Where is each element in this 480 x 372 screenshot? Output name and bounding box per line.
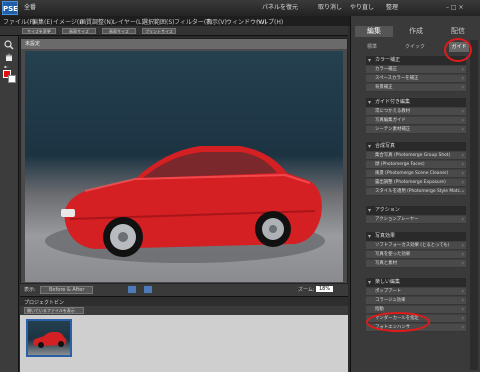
toolbox: ▪◦ bbox=[0, 36, 19, 372]
tab-share[interactable]: 配信 bbox=[439, 26, 477, 37]
panel-item[interactable]: ポップアート bbox=[366, 288, 466, 296]
menu-help[interactable]: ヘルプ(H) bbox=[256, 17, 283, 26]
window-controls[interactable]: – □ × bbox=[446, 4, 476, 12]
panel-item[interactable]: 顔 (Photomerge Faces) bbox=[366, 161, 466, 169]
mode-selector[interactable]: 全番 bbox=[24, 3, 36, 13]
panel-color-correction: カラー補正 カラー補正 スペースカラーを補正 背景補正 bbox=[366, 56, 466, 92]
panel-item[interactable]: アクションプレーヤー bbox=[366, 216, 466, 224]
subtab-quick[interactable]: クイック bbox=[395, 42, 435, 52]
photo-canvas[interactable] bbox=[25, 51, 343, 282]
bin-thumbnail[interactable] bbox=[26, 319, 72, 357]
status-bar: 表示: Before & After ズーム: 18% bbox=[20, 284, 348, 296]
panel-photomerge: 合成写真 集合写真 (Photomerge Group Shot) 顔 (Pho… bbox=[366, 142, 466, 196]
red-toy-car-image bbox=[45, 146, 325, 263]
panel-item[interactable]: スペースカラーを補正 bbox=[366, 75, 466, 83]
menu-image[interactable]: イメージ(I) bbox=[53, 17, 83, 26]
panel-header-photomerge[interactable]: 合成写真 bbox=[366, 142, 466, 151]
highlight-ring-guided-tab bbox=[444, 38, 472, 62]
subtab-full[interactable]: 標準 bbox=[355, 42, 389, 52]
panel-item[interactable]: 集合写真 (Photomerge Group Shot) bbox=[366, 152, 466, 160]
tab-create[interactable]: 作成 bbox=[397, 26, 435, 37]
panel-item[interactable]: 写真と素材 bbox=[366, 260, 466, 268]
organize-button[interactable]: 整理 bbox=[386, 3, 398, 13]
panel-item[interactable]: 写真編集ガイド bbox=[366, 117, 466, 125]
view-mode-dropdown[interactable]: Before & After bbox=[40, 286, 94, 294]
menu-enhance[interactable]: 画質調整(N) bbox=[80, 17, 113, 26]
menu-view[interactable]: 表示(V) bbox=[206, 17, 227, 26]
panel-scrollbar[interactable] bbox=[470, 40, 478, 370]
panel-header-actions[interactable]: アクション bbox=[366, 206, 466, 215]
menu-edit[interactable]: 編集(E) bbox=[32, 17, 52, 26]
panel-item[interactable]: 背景補正 bbox=[366, 84, 466, 92]
menu-file[interactable]: ファイル(F) bbox=[3, 17, 35, 26]
project-bin-title: プロジェクトビン bbox=[24, 300, 65, 306]
panel-guided-edit: ガイド付き編集 常につかえる教材 写真編集ガイド シーテン素材補正 bbox=[366, 98, 466, 134]
panel-item[interactable]: 常につかえる教材 bbox=[366, 108, 466, 116]
options-bar: サイズを変更 画面サイズ 画面サイズ プリントサイズ bbox=[0, 26, 348, 36]
zoom-tool-icon[interactable] bbox=[4, 40, 14, 50]
panel-header-photo-effects[interactable]: 写真効果 bbox=[366, 232, 466, 241]
option-fit-screen[interactable]: 画面サイズ bbox=[62, 28, 96, 34]
panel-item[interactable]: 写真を使った効果 bbox=[366, 251, 466, 259]
reset-view-icon[interactable] bbox=[144, 286, 152, 293]
panel-item[interactable]: カラー補正 bbox=[366, 66, 466, 74]
panel-actions: アクション アクションプレーヤー bbox=[366, 206, 466, 224]
menu-select[interactable]: 選択範囲(S) bbox=[142, 17, 175, 26]
highlight-ring-fun-edit-item bbox=[366, 312, 430, 332]
menu-layer[interactable]: レイヤー(L) bbox=[112, 17, 144, 26]
panel-item[interactable]: スタイルを適用 (Photomerge Style Matc... bbox=[366, 188, 466, 196]
swap-view-icon[interactable] bbox=[128, 286, 136, 293]
panel-photo-effects: 写真効果 ソフトフォーカス効果 (とるとっても) 写真を使った効果 写真と素材 bbox=[366, 232, 466, 268]
app-logo: PSE bbox=[2, 1, 18, 15]
option-resize[interactable]: サイズを変更 bbox=[22, 28, 56, 34]
hand-tool-icon[interactable] bbox=[4, 52, 14, 62]
project-bin bbox=[20, 315, 348, 372]
panel-item[interactable]: 露出調整 (Photomerge Exposure) bbox=[366, 179, 466, 187]
view-label: 表示: bbox=[24, 287, 36, 293]
default-colors-icon[interactable]: ▪◦ bbox=[4, 65, 15, 69]
background-color-swatch[interactable] bbox=[8, 75, 16, 83]
thumbnail-car-icon bbox=[33, 332, 67, 348]
panel-item[interactable]: シーテン素材補正 bbox=[366, 126, 466, 134]
zoom-value-field[interactable]: 18% bbox=[316, 286, 334, 292]
document-title: 未設定 bbox=[21, 39, 347, 49]
panel-item[interactable]: ソフトフォーカス効果 (とるとっても) bbox=[366, 242, 466, 250]
tab-edit[interactable]: 編集 bbox=[355, 26, 393, 37]
panel-item[interactable]: コラージュ効果 bbox=[366, 297, 466, 305]
restore-panels-button[interactable]: パネルを復元 bbox=[262, 3, 298, 13]
undo-button[interactable]: 取り消し bbox=[318, 3, 342, 13]
option-print-size[interactable]: プリントサイズ bbox=[142, 28, 176, 34]
bin-show-dropdown[interactable]: 開いているファイルを表示 bbox=[24, 307, 84, 314]
panel-header-fun-edits[interactable]: 楽しい編集 bbox=[366, 278, 466, 287]
option-screen-size[interactable]: 画面サイズ bbox=[102, 28, 136, 34]
zoom-label: ズーム: bbox=[298, 287, 315, 293]
project-bin-header: プロジェクトビン bbox=[20, 296, 348, 306]
project-bin-toolbar: 開いているファイルを表示 bbox=[20, 306, 348, 315]
panel-header-guided-edit[interactable]: ガイド付き編集 bbox=[366, 98, 466, 107]
panel-item[interactable]: 風景 (Photomerge Scene Cleaner) bbox=[366, 170, 466, 178]
title-bar: PSE 全番 パネルを復元 取り消し やり直し 整理 – □ × bbox=[0, 0, 480, 16]
redo-button[interactable]: やり直し bbox=[350, 3, 374, 13]
document-window: 未設定 bbox=[20, 38, 348, 284]
